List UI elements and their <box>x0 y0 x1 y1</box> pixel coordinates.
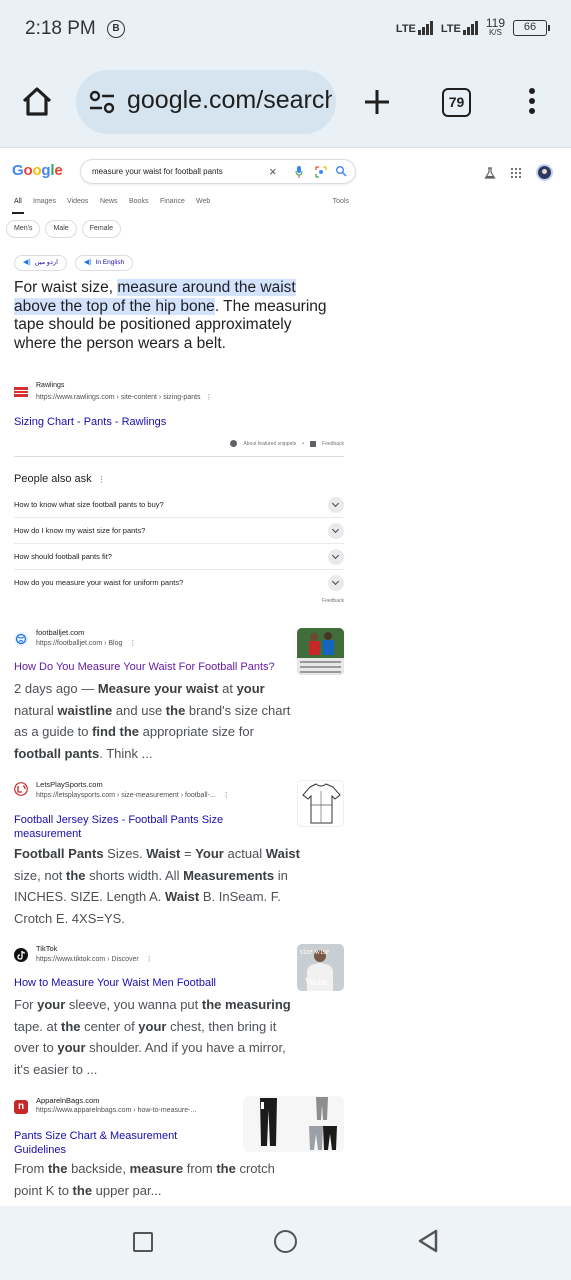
language-chips: ◀) اردو میں ◀) In English <box>14 255 134 271</box>
lte-signal-icon-2: LTE <box>441 21 478 35</box>
snippet-feedback-link[interactable]: Feedback <box>322 441 344 447</box>
back-icon[interactable] <box>417 1229 439 1253</box>
paa-feedback-link[interactable]: Feedback <box>322 598 344 604</box>
result-title-link[interactable]: Pants Size Chart & Measurement Guideline… <box>14 1129 204 1157</box>
home-nav-icon[interactable] <box>274 1230 297 1253</box>
tab-finance[interactable]: Finance <box>160 198 185 205</box>
tools-button[interactable]: Tools <box>333 198 349 205</box>
tiktok-favicon-icon <box>14 948 28 962</box>
source-url: https://www.rawlings.com › site-content … <box>36 394 213 401</box>
url-text[interactable]: google.com/search <box>127 86 332 115</box>
speaker-icon: ◀) <box>23 259 31 266</box>
recents-icon[interactable] <box>133 1232 153 1252</box>
result-title-link[interactable]: Football Jersey Sizes - Football Pants S… <box>14 813 254 841</box>
result-thumbnail[interactable] <box>297 628 344 675</box>
result-thumbnail[interactable] <box>297 780 344 827</box>
avatar[interactable] <box>536 164 553 181</box>
google-header: Google measure your waist for football p… <box>0 150 571 194</box>
result-snippet: For your sleeve, you wanna put the measu… <box>14 997 291 1077</box>
result-title-link[interactable]: How to Measure Your Waist Men Football <box>14 977 216 989</box>
tab-videos[interactable]: Videos <box>67 198 88 205</box>
apps-grid-icon[interactable] <box>510 167 522 179</box>
result-url: https://www.tiktok.com › Discover ⋮ <box>36 956 153 963</box>
chip-male[interactable]: Male <box>45 220 77 238</box>
paa-question[interactable]: How to know what size football pants to … <box>14 492 344 518</box>
result-site-name: footballjet.com <box>36 628 85 637</box>
tab-all[interactable]: All <box>14 198 22 205</box>
header-actions <box>484 164 553 181</box>
result-title-link[interactable]: How Do You Measure Your Waist For Footba… <box>14 661 275 673</box>
lte-signal-icon: LTE <box>396 21 433 35</box>
search-tabs: All Images Videos News Books Finance Web… <box>0 198 571 216</box>
chevron-down-icon[interactable] <box>328 575 344 591</box>
browser-toolbar: google.com/search 79 <box>0 58 571 148</box>
result-url: https://letsplaysports.com › size-measur… <box>36 792 230 799</box>
result-url: https://www.apparelnbags.com › how-to-me… <box>36 1107 197 1114</box>
labs-icon[interactable] <box>484 166 496 179</box>
paa-question[interactable]: How do I know my waist size for pants? <box>14 518 344 544</box>
home-icon[interactable] <box>20 85 54 119</box>
tab-images[interactable]: Images <box>33 198 56 205</box>
tab-underline <box>12 212 24 214</box>
result-site-name: ApparelnBags.com <box>36 1096 100 1105</box>
chevron-down-icon[interactable] <box>328 523 344 539</box>
battery-icon: 66 <box>513 20 550 36</box>
result-snippet: From the backside, measure from the crot… <box>14 1161 275 1198</box>
source-name: Rawlings <box>36 382 65 389</box>
status-bar: 2:18 PM B LTE LTE 119 K/S 66 <box>0 0 571 58</box>
chip-female[interactable]: Female <box>81 220 121 238</box>
tab-web[interactable]: Web <box>196 198 210 205</box>
network-speed: 119 K/S <box>485 16 505 37</box>
google-logo[interactable]: Google <box>12 162 63 179</box>
apparelnbags-favicon-icon: n <box>14 1100 28 1114</box>
letsplaysports-favicon-icon <box>14 782 28 796</box>
tab-news[interactable]: News <box>100 198 118 205</box>
chevron-down-icon[interactable] <box>328 497 344 513</box>
status-indicators: LTE LTE 119 K/S 66 <box>396 16 550 38</box>
lang-chip-urdu[interactable]: ◀) اردو میں <box>14 255 67 271</box>
overflow-menu-icon[interactable] <box>528 88 536 118</box>
thumb-caption-bottom: Waist <box>305 977 328 988</box>
thumb-caption-top: size wise <box>300 947 330 956</box>
search-input[interactable]: measure your waist for football pants <box>92 167 223 176</box>
status-time: 2:18 PM <box>25 18 96 39</box>
about-snippets-link[interactable]: About featured snippets <box>243 441 296 447</box>
divider <box>14 456 344 457</box>
clear-icon[interactable]: × <box>269 164 277 179</box>
tab-switcher-button[interactable]: 79 <box>442 88 471 117</box>
paa-question[interactable]: How should football pants fit? <box>14 544 344 570</box>
paa-title: People also ask ⋮ <box>14 473 106 485</box>
new-tab-icon[interactable] <box>362 87 392 117</box>
feedback-icon <box>310 440 317 447</box>
site-settings-icon[interactable] <box>89 90 115 114</box>
result-site-name: LetsPlaySports.com <box>36 780 103 789</box>
system-nav-bar <box>0 1206 571 1280</box>
featured-snippet: For waist size, measure around the waist… <box>14 279 327 352</box>
speaker-icon: ◀) <box>83 259 92 266</box>
result-site-name: TikTok <box>36 944 58 953</box>
paa-question[interactable]: How do you measure your waist for unifor… <box>14 570 344 596</box>
lang-chip-english[interactable]: ◀) In English <box>74 255 134 271</box>
info-icon <box>230 440 238 447</box>
snippet-link[interactable]: Sizing Chart - Pants - Rawlings <box>14 416 166 428</box>
filter-chips: Men's Male Female <box>6 220 121 238</box>
b-badge-icon: B <box>107 20 125 38</box>
result-thumbnail[interactable] <box>243 1096 344 1152</box>
result-thumbnail[interactable]: size wise Waist <box>297 944 344 991</box>
result-snippet: Football Pants Sizes. Waist = Your actua… <box>14 846 300 926</box>
rawlings-favicon-icon <box>14 387 28 397</box>
snippet-footer: About featured snippets • Feedback <box>230 440 344 447</box>
mic-icon[interactable] <box>295 166 303 178</box>
google-lens-icon[interactable] <box>315 166 327 178</box>
chip-mens[interactable]: Men's <box>6 220 41 238</box>
footballjet-favicon-icon <box>14 632 28 646</box>
result-snippet: 2 days ago — Measure your waist at your … <box>14 681 291 761</box>
search-icon[interactable] <box>335 165 347 177</box>
search-box[interactable]: measure your waist for football pants × <box>80 159 356 184</box>
chevron-down-icon[interactable] <box>328 549 344 565</box>
url-bar[interactable]: google.com/search <box>76 70 336 134</box>
result-url: https://footballjet.com › Blog ⋮ <box>36 640 137 647</box>
tab-books[interactable]: Books <box>129 198 148 205</box>
